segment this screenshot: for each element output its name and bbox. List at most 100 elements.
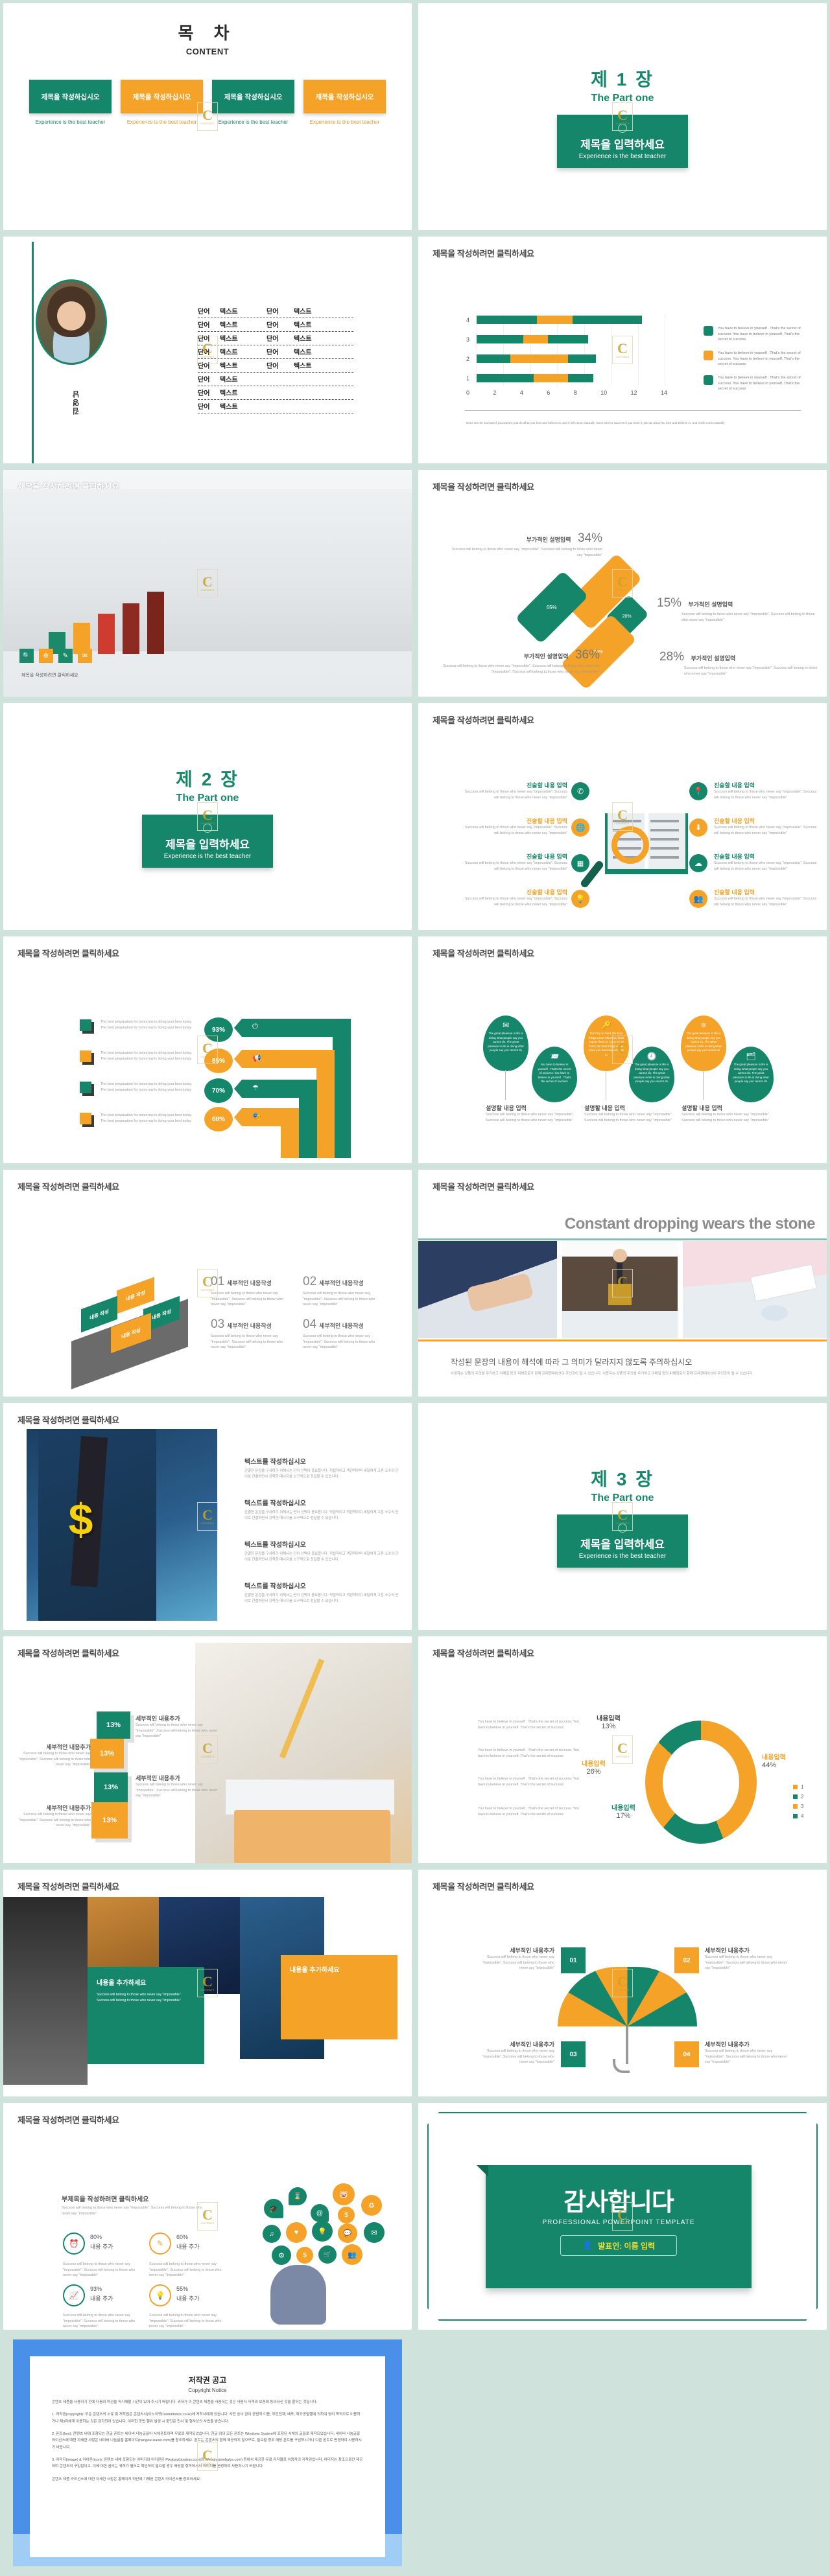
- watermark-logo: C CONTENTS: [197, 1969, 218, 1997]
- dollar-item: 텍스트를 작성하십시오 간결한 문장을 구사하기 위해서는 단어 선택이 중요합…: [244, 1459, 399, 1479]
- slide-title: 제목을 작성하려면 클릭하세요: [433, 1882, 534, 1892]
- umbrella-hook: [613, 2059, 630, 2073]
- feature-item: 진술할 내용 입력 Success will belong to those wh…: [464, 818, 567, 835]
- content-title-en: CONTENT: [185, 47, 230, 56]
- slide-three-photos[interactable]: 제목을 작성하려면 클릭하세요 Constant dropping wears …: [415, 1166, 830, 1400]
- slide-balloons[interactable]: 제목을 작성하려면 클릭하세요 ✉ The great pleasure in …: [415, 933, 830, 1166]
- mail-icon: ✉: [78, 649, 92, 663]
- dollar-icon: $: [338, 2207, 355, 2223]
- table-row: 단어 텍스트 단어 텍스트: [198, 305, 353, 318]
- content-card-caption: Experience is the best teacher: [218, 119, 289, 125]
- slide-umbrella[interactable]: 제목을 작성하려면 클릭하세요 01 세부적인 내용추가 Success will…: [415, 1866, 830, 2100]
- cube-stack-item: 13%: [90, 1739, 124, 1769]
- feature-item: 진술할 내용 입력 Success will belong to those wh…: [464, 889, 567, 907]
- balloon[interactable]: 🕘 The great pleasure in life is doing wh…: [629, 1047, 674, 1102]
- people-icon: 👥: [342, 2244, 362, 2265]
- slide-diamond[interactable]: 제목을 작성하려면 클릭하세요 65% 20% 70% 부가적인 설명입력 34…: [415, 467, 830, 700]
- slide-title: 제목을 작성하려면 클릭하세요: [433, 715, 534, 725]
- megaphone-icon: 📢: [252, 1054, 261, 1062]
- balloon[interactable]: ✉ The great pleasure in life is doing wh…: [483, 1015, 528, 1071]
- alarm-icon: ⏰: [63, 2233, 85, 2255]
- slide-title: 제목을 작성하려면 클릭하세요: [433, 949, 534, 958]
- slide-title: 제목을 작성하려면 클릭하세요: [433, 482, 534, 492]
- slide-bar-chart[interactable]: 제목을 작성하려면 클릭하세요 4 3 2 1 0 2 4 6 8 10 12 …: [415, 233, 830, 467]
- slide-title: 제목을 작성하려면 클릭하세요: [18, 1882, 119, 1892]
- content-card[interactable]: 제목을 작성하십시오 Experience is the best teache…: [29, 80, 112, 126]
- slide-cube-quadrant[interactable]: 제목을 작성하려면 클릭하세요 내용 작성 내용 작성 내용 작성 내용 작성 …: [0, 1166, 415, 1400]
- slide-deck-grid: 목 차 CONTENT 제목을 작성하십시오 Experience is the…: [0, 0, 830, 2333]
- watermark-logo: C CONTENTS: [197, 1502, 218, 1531]
- watermark-logo: C CONTENTS: [197, 2202, 218, 2231]
- cloud-icon: ☁: [689, 854, 707, 872]
- slide-profile[interactable]: 김영남 단어 텍스트 단어 텍스트 단어 텍스트 단어 텍스트 단어 텍스트 단어 텍스트 단어 텍…: [0, 233, 415, 467]
- content-card-caption: Experience is the best teacher: [309, 119, 380, 125]
- watermark-logo: C CONTENTS: [612, 1502, 633, 1531]
- legend-swatch: [704, 375, 713, 385]
- bulb-icon: 💡: [312, 2221, 333, 2242]
- at-icon: @: [311, 2204, 329, 2222]
- magnifier-icon: [611, 826, 649, 864]
- caption: 제목을 작성하려면 클릭하세요: [21, 673, 78, 678]
- slide-brain-icons[interactable]: 제목을 작성하려면 클릭하세요 부제목을 작성하려면 클릭하세요 Success…: [0, 2100, 415, 2333]
- copyright-title-en: Copyright Notice: [188, 2387, 227, 2393]
- feature-item: 진술할 내용 입력 Success will belong to those wh…: [714, 818, 817, 835]
- slide-arrows[interactable]: 제목을 작성하려면 클릭하세요 The best preparation for…: [0, 933, 415, 1166]
- slide-dollar-text[interactable]: 제목을 작성하려면 클릭하세요 $ 텍스트를 작성하십시오 간결한 문장을 구사…: [0, 1400, 415, 1633]
- content-card[interactable]: 제목을 작성하십시오 Experience is the best teache…: [121, 80, 203, 126]
- calendar-icon: ▦: [571, 854, 589, 872]
- content-card[interactable]: 제목을 작성하십시오 Experience is the best teache…: [303, 80, 386, 126]
- power-icon: ⏻: [252, 1023, 258, 1030]
- cube-caption: 세부적인 내용추가 Success will belong to those wh…: [18, 1744, 91, 1767]
- chart-legend: You have to believe in yourself . That's…: [704, 326, 807, 400]
- feature-item: 진술할 내용 입력 Success will belong to those wh…: [714, 853, 817, 871]
- arrow-stem: [281, 1108, 299, 1158]
- slide-chapter-3[interactable]: 제 3 장 The Part one 제목을 입력하세요 Experience …: [415, 1400, 830, 1633]
- photo: [418, 1241, 557, 1338]
- gear-icon: ⚙: [272, 2245, 291, 2265]
- slide-copyright[interactable]: 저작권 공고 Copyright Notice 콘텐츠 제품을 사용하기 전에 …: [0, 2333, 830, 2576]
- watermark-logo: C CONTENTS: [612, 102, 633, 131]
- headline: Constant dropping wears the stone: [564, 1215, 816, 1233]
- slide-chapter-2[interactable]: 제 2 장 The Part one 제목을 입력하세요 Experience …: [0, 700, 415, 933]
- content-card-label: 제목을 작성하십시오: [212, 80, 294, 113]
- content-card-label: 제목을 작성하십시오: [303, 80, 386, 113]
- atom-icon: ⚛: [700, 1021, 707, 1030]
- feature-item: 진술할 내용 입력 Success will belong to those wh…: [714, 782, 817, 800]
- presenter-label: 발표인: 이름 입력: [598, 2241, 656, 2251]
- cube-stack-item: 13%: [94, 1772, 128, 1802]
- donut-chart: [645, 1721, 757, 1844]
- slide-content[interactable]: 목 차 CONTENT 제목을 작성하십시오 Experience is the…: [0, 0, 415, 233]
- slide-chapter-1[interactable]: 제 1 장 The Part one 제목을 입력하세요 Experience …: [415, 0, 830, 233]
- arrow-legend-list: The best preparation for tomorrow is doi…: [80, 1019, 195, 1124]
- balloon[interactable]: 🗂 The great pleasure in life is doing wh…: [728, 1047, 774, 1102]
- slide-photo-growth[interactable]: 제목을 작성하려면 클릭하세요 🔍 ⚙ ✎ ✉ 제목을 작성하려면 클릭하세요 …: [0, 467, 415, 700]
- orange-box[interactable]: 내용을 추가하세요: [281, 1955, 397, 2039]
- table-row: 단어 텍스트: [198, 373, 353, 386]
- slide-thanks[interactable]: 감사합니다 PROFESSIONAL POWERPOINT TEMPLATE 👤…: [415, 2100, 830, 2333]
- photo: [683, 1241, 827, 1338]
- globe-icon: 🌐: [571, 818, 589, 837]
- slide-stacked-cubes[interactable]: 제목을 작성하려면 클릭하세요 13% 13% 13% 13% 세부적인 내용추…: [0, 1633, 415, 1866]
- presenter-field[interactable]: 👤 발표인: 이름 입력: [560, 2235, 677, 2256]
- cube-stack-item: 13%: [97, 1712, 130, 1739]
- percent-badge: 70%: [204, 1078, 233, 1103]
- slide-donut-chart[interactable]: 제목을 작성하려면 클릭하세요 You have to believe in y…: [415, 1633, 830, 1866]
- balloon[interactable]: ⚛ The great pleasure in life is doing wh…: [681, 1015, 726, 1071]
- arrow-stem: [333, 1019, 351, 1158]
- content-card[interactable]: 제목을 작성하십시오 Experience is the best teache…: [212, 80, 294, 126]
- green-box[interactable]: 내용을 추가하세요 Success will belong to those w…: [88, 1967, 204, 2064]
- slide-title: 제목을 작성하려면 클릭하세요: [18, 1649, 119, 1658]
- dollar-item: 텍스트를 작성하십시오 간결한 문장을 구사하기 위해서는 단어 선택이 중요합…: [244, 1542, 399, 1562]
- dollar-item: 텍스트를 작성하십시오 간결한 문장을 구사하기 위해서는 단어 선택이 중요합…: [244, 1583, 399, 1603]
- bar-row: 4: [466, 316, 642, 324]
- pen-icon: ✎: [149, 2233, 171, 2255]
- slide-collage[interactable]: 제목을 작성하려면 클릭하세요 내용을 추가하세요 Success will b…: [0, 1866, 415, 2100]
- slide-book-magnifier[interactable]: 제목을 작성하려면 클릭하세요 진술할 내용 입력 Success will be…: [415, 700, 830, 933]
- music-icon: ♫: [263, 2225, 281, 2243]
- table-row: 단어 텍스트 단어 텍스트: [198, 345, 353, 359]
- bulb-icon: 💡: [149, 2284, 171, 2306]
- umbrella-caption: 세부적인 내용추가 Success will belong to those wh…: [705, 2041, 787, 2065]
- balloon[interactable]: 📨 You have to believe in yourself . That…: [532, 1047, 577, 1102]
- umbrella-caption: 세부적인 내용추가 Success will belong to those wh…: [482, 2041, 554, 2065]
- legend-swatch: [704, 326, 713, 336]
